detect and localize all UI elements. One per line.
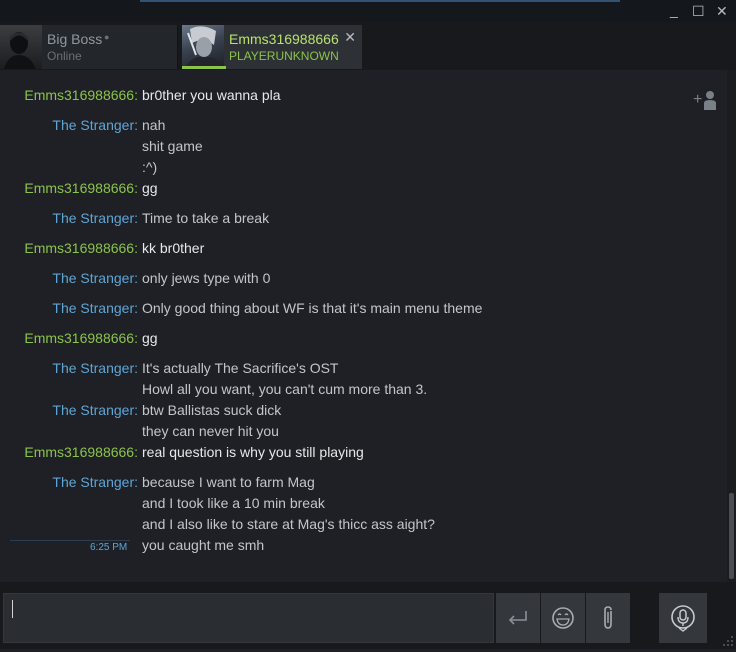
message-body: Only good thing about WF is that it's ma… — [142, 298, 482, 319]
message-body: because I want to farm Mag and I took lik… — [142, 472, 435, 556]
message-timestamp: 6:25 PM — [90, 542, 128, 553]
svg-text:+: + — [693, 91, 702, 108]
message-sender[interactable]: Emms316988666: — [24, 238, 138, 259]
status-dot-icon: ● — [104, 32, 110, 42]
enter-icon — [508, 611, 527, 625]
message-line: gg — [142, 330, 158, 346]
message-line: and I took like a 10 min break — [142, 495, 325, 511]
avatar — [182, 25, 224, 69]
title-bar: _ ☐ ✕ — [0, 0, 736, 22]
message-body: nah shit game :^) — [142, 115, 203, 178]
message-line: Time to take a break — [142, 210, 270, 226]
resize-grip-icon[interactable] — [722, 634, 734, 646]
message-body: gg — [142, 328, 158, 349]
title-bar-glow — [140, 0, 620, 2]
message-body: It's actually The Sacrifice's OST Howl al… — [142, 358, 427, 400]
add-user-icon[interactable]: + — [693, 89, 719, 111]
voice-chat-button[interactable] — [659, 593, 707, 643]
tab-contact-name: Emms316988666 — [229, 31, 339, 47]
chat-tab-emms[interactable]: Emms316988666 PLAYERUNKNOWN ✕ — [182, 25, 362, 69]
emoji-icon — [552, 607, 574, 629]
scrollbar-thumb[interactable] — [729, 493, 734, 579]
message-line: and I also like to stare at Mag's thicc … — [142, 516, 435, 532]
tab-contact-name: Big Boss — [47, 31, 103, 47]
message-body: Time to take a break — [142, 208, 269, 229]
timestamp-divider — [10, 540, 130, 541]
maximize-button[interactable]: ☐ — [692, 4, 705, 18]
message-sender[interactable]: The Stranger: — [52, 268, 138, 289]
message-body: only jews type with 0 — [142, 268, 270, 289]
avatar — [0, 25, 42, 69]
message-line: nah — [142, 117, 166, 133]
text-caret — [12, 600, 13, 618]
message-line: kk br0ther — [142, 240, 205, 256]
send-button[interactable] — [496, 593, 540, 643]
message-body: kk br0ther — [142, 238, 204, 259]
message-body: gg — [142, 178, 158, 199]
close-tab-icon[interactable]: ✕ — [344, 29, 356, 46]
close-window-button[interactable]: ✕ — [716, 4, 728, 18]
emoji-button[interactable] — [541, 593, 585, 643]
message-line: shit game — [142, 138, 203, 154]
microphone-icon — [671, 605, 695, 632]
chat-input-area — [0, 582, 736, 649]
chat-tab-big-boss[interactable]: Big Boss ● Online — [0, 25, 178, 69]
message-sender[interactable]: The Stranger: — [52, 358, 138, 379]
message-sender[interactable]: Emms316988666: — [24, 442, 138, 463]
message-line: br0ther you wanna pla — [142, 87, 281, 103]
message-line: gg — [142, 180, 158, 196]
message-sender[interactable]: The Stranger: — [52, 472, 138, 493]
message-sender[interactable]: The Stranger: — [52, 298, 138, 319]
attach-button[interactable] — [586, 593, 630, 643]
message-sender[interactable]: Emms316988666: — [24, 328, 138, 349]
chat-tab-bar: Big Boss ● Online Emms316988666 PLAYERUN… — [0, 22, 736, 70]
message-sender[interactable]: The Stranger: — [52, 115, 138, 136]
message-body: br0ther you wanna pla — [142, 85, 281, 106]
message-line: :^) — [142, 159, 158, 175]
message-line: only jews type with 0 — [142, 270, 271, 286]
message-line: because I want to farm Mag — [142, 474, 315, 490]
message-input[interactable] — [3, 593, 494, 643]
message-sender[interactable]: Emms316988666: — [24, 178, 138, 199]
message-body: real question is why you still playing — [142, 442, 364, 463]
message-body: btw Ballistas suck dick they can never hi… — [142, 400, 281, 442]
message-line: they can never hit you — [142, 423, 279, 439]
tab-contact-status: Online — [47, 49, 82, 63]
message-sender[interactable]: Emms316988666: — [24, 85, 138, 106]
message-line: btw Ballistas suck dick — [142, 402, 282, 418]
message-line: It's actually The Sacrifice's OST — [142, 360, 339, 376]
message-line: you caught me smh — [142, 537, 265, 553]
message-sender[interactable]: The Stranger: — [52, 208, 138, 229]
message-line: real question is why you still playing — [142, 444, 364, 460]
tab-contact-status: PLAYERUNKNOWN — [229, 49, 339, 63]
message-line: Howl all you want, you can't cum more th… — [142, 381, 428, 397]
chat-log: + Emms316988666: br0ther you wanna pla The… — [0, 70, 727, 582]
minimize-button[interactable]: _ — [670, 3, 678, 17]
paperclip-icon — [604, 606, 612, 629]
message-line: Only good thing about WF is that it's ma… — [142, 300, 483, 316]
active-tab-indicator — [182, 66, 226, 69]
message-sender[interactable]: The Stranger: — [52, 400, 138, 421]
